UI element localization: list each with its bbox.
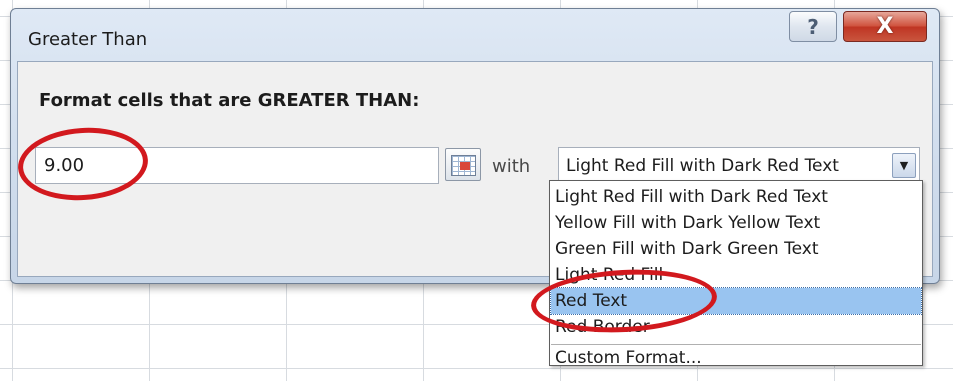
help-button[interactable]: ? [789,11,837,42]
close-icon: X [876,14,894,39]
format-select-value: Light Red Fill with Dark Red Text [566,156,839,176]
prompt-label: Format cells that are GREATER THAN: [39,90,420,111]
close-button[interactable]: X [843,11,927,42]
format-select-arrow-button[interactable]: ▼ [892,153,916,178]
format-select[interactable]: Light Red Fill with Dark Red Text ▼ [558,147,920,184]
format-option-custom[interactable]: Custom Format... [551,344,921,371]
format-option[interactable]: Light Red Fill [551,262,921,288]
range-selector-button[interactable] [445,148,481,181]
format-option[interactable]: Green Fill with Dark Green Text [551,236,921,262]
format-option[interactable]: Red Border [551,314,921,340]
title-bar[interactable]: Greater Than ? X [11,9,939,61]
help-icon: ? [807,14,819,39]
format-dropdown-list: Light Red Fill with Dark Red Text Yellow… [549,180,923,368]
chevron-down-icon: ▼ [899,159,909,172]
format-option[interactable]: Light Red Fill with Dark Red Text [551,184,921,210]
dialog-title: Greater Than [28,29,148,50]
format-option-selected[interactable]: Red Text [550,287,922,315]
format-option[interactable]: Yellow Fill with Dark Yellow Text [551,210,921,236]
range-selector-icon [451,155,476,176]
value-input[interactable] [35,147,439,184]
with-label: with [492,156,531,177]
